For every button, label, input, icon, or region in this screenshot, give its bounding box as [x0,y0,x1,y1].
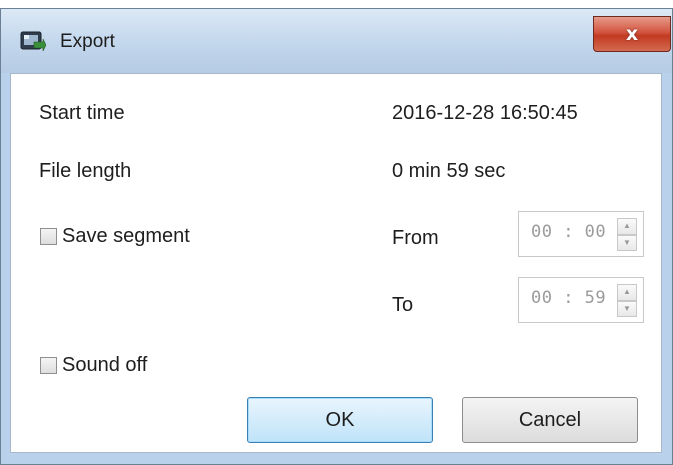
title-bar[interactable]: Export x [1,9,672,73]
to-spinner[interactable]: ▲ ▼ [617,284,637,317]
cancel-button[interactable]: Cancel [462,397,638,443]
arrow-down-icon: ▼ [623,237,631,247]
from-time-input[interactable]: 00 : 00 ▲ ▼ [518,211,644,257]
to-increment-button[interactable]: ▲ [617,284,637,301]
close-icon: x [625,23,639,45]
dialog-content: Start time 2016-12-28 16:50:45 File leng… [10,73,662,453]
sound-off-label: Sound off [62,354,148,376]
to-time-input[interactable]: 00 : 59 ▲ ▼ [518,277,644,323]
from-label: From [392,227,439,249]
window-title: Export [60,31,115,52]
file-length-value: 0 min 59 sec [392,160,506,182]
to-label: To [392,294,414,316]
from-decrement-button[interactable]: ▼ [617,234,637,251]
from-increment-button[interactable]: ▲ [617,218,637,235]
save-segment-label: Save segment [62,225,190,247]
close-button[interactable]: x [593,16,671,52]
from-spinner[interactable]: ▲ ▼ [617,218,637,251]
to-decrement-button[interactable]: ▼ [617,300,637,317]
save-segment-box[interactable] [40,227,57,245]
save-segment-checkbox[interactable]: Save segment [40,224,190,248]
export-window-icon [20,30,47,54]
sound-off-box[interactable] [40,356,57,374]
export-dialog: Export x Start time 2016-12-28 16:50:45 … [0,8,673,465]
to-time-value: 00 : 59 [531,288,607,308]
start-time-value: 2016-12-28 16:50:45 [392,102,578,124]
ok-button[interactable]: OK [247,397,433,443]
start-time-label: Start time [39,102,125,124]
arrow-down-icon: ▼ [623,303,631,313]
from-time-value: 00 : 00 [531,222,607,242]
arrow-up-icon: ▲ [623,221,631,231]
file-length-label: File length [39,160,132,182]
arrow-up-icon: ▲ [623,287,631,297]
sound-off-checkbox[interactable]: Sound off [40,353,147,377]
